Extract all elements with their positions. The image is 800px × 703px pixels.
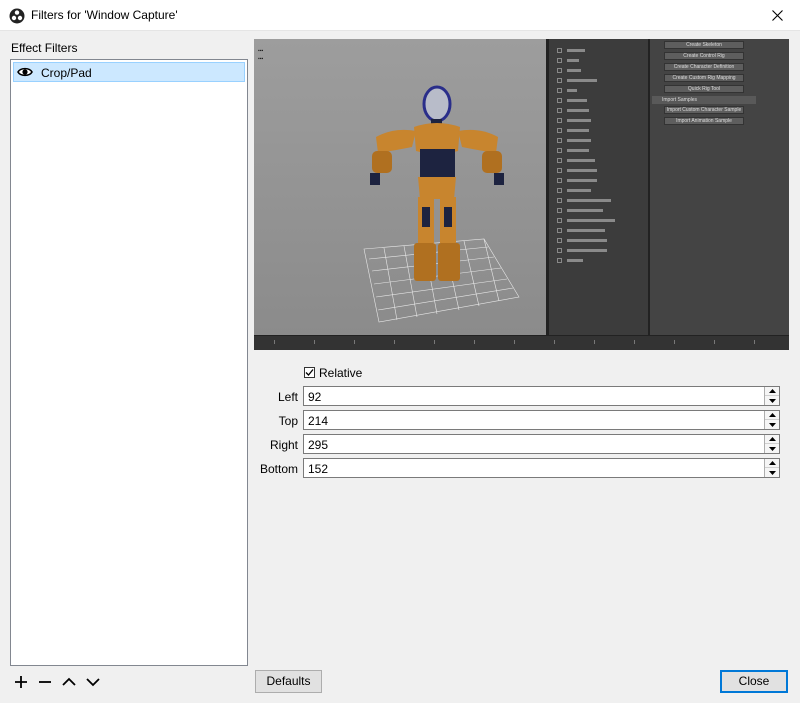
left-spinbox[interactable]: 92 (303, 386, 780, 406)
timeline-bar (254, 335, 789, 350)
panel-button: Import Custom Character Sample (664, 106, 744, 114)
add-filter-icon[interactable] (12, 674, 30, 690)
filter-item-label: Crop/Pad (41, 66, 92, 80)
relative-label: Relative (319, 366, 363, 380)
defaults-button[interactable]: Defaults (255, 670, 322, 693)
filter-list[interactable]: Crop/Pad (10, 59, 248, 666)
effect-filters-label: Effect Filters (11, 41, 78, 55)
panel-button: Create Character Definition (664, 63, 744, 71)
eye-icon[interactable] (17, 65, 33, 79)
3d-viewport: ▪▪▪ ▪▪▪ (254, 39, 546, 335)
right-spinbox[interactable]: 295 (303, 434, 780, 454)
arrow-down-icon (768, 446, 776, 451)
arrow-down-icon (768, 422, 776, 427)
panel-button: Import Animation Sample (664, 117, 744, 125)
spin-down-button[interactable] (765, 444, 779, 453)
arrow-down-icon (768, 470, 776, 475)
obs-logo-icon (9, 8, 25, 24)
arrow-up-icon (768, 413, 776, 417)
close-button[interactable]: Close (720, 670, 788, 693)
spin-arrows (764, 459, 779, 477)
spin-down-button[interactable] (765, 396, 779, 405)
top-spinbox[interactable]: 214 (303, 410, 780, 430)
outliner-panel (546, 39, 648, 335)
top-value: 214 (308, 414, 329, 428)
filter-item-crop-pad[interactable]: Crop/Pad (13, 62, 245, 82)
left-value: 92 (308, 390, 322, 404)
right-label: Right (269, 438, 298, 452)
chevron-up-icon[interactable] (60, 674, 78, 690)
bottom-value: 152 (308, 462, 329, 476)
arrow-up-icon (768, 461, 776, 465)
spin-up-button[interactable] (765, 387, 779, 396)
remove-filter-icon[interactable] (36, 674, 54, 690)
title-bar[interactable]: Filters for 'Window Capture' (0, 0, 800, 31)
spin-arrows (764, 435, 779, 453)
spin-down-button[interactable] (765, 420, 779, 429)
relative-checkbox[interactable] (304, 367, 315, 378)
arrow-up-icon (768, 389, 776, 393)
spin-up-button[interactable] (765, 435, 779, 444)
spin-arrows (764, 387, 779, 405)
spin-down-button[interactable] (765, 468, 779, 477)
spin-up-button[interactable] (765, 411, 779, 420)
close-icon (771, 10, 783, 21)
arrow-down-icon (768, 398, 776, 403)
panel-button: Create Custom Rig Mapping (664, 74, 744, 82)
spin-up-button[interactable] (765, 459, 779, 468)
top-label: Top (278, 414, 298, 428)
arrow-up-icon (768, 437, 776, 441)
panel-header: Import Samples (652, 96, 756, 104)
checkmark-icon (305, 369, 314, 376)
panel-button: Quick Rig Tool (664, 85, 744, 93)
right-value: 295 (308, 438, 329, 452)
maya-tool-panel: Create Skeleton Create Control Rig Creat… (648, 39, 789, 335)
preview-image: ▪▪▪ ▪▪▪ Create Skeleton Create Control R… (254, 39, 789, 350)
window-title: Filters for 'Window Capture' (31, 8, 178, 22)
bottom-label: Bottom (259, 462, 298, 476)
chevron-down-icon[interactable] (84, 674, 102, 690)
character-model (363, 85, 520, 323)
spin-arrows (764, 411, 779, 429)
panel-button: Create Skeleton (664, 41, 744, 49)
panel-button: Create Control Rig (664, 52, 744, 60)
left-label: Left (277, 390, 298, 404)
bottom-spinbox[interactable]: 152 (303, 458, 780, 478)
window-close-button[interactable] (754, 0, 800, 31)
